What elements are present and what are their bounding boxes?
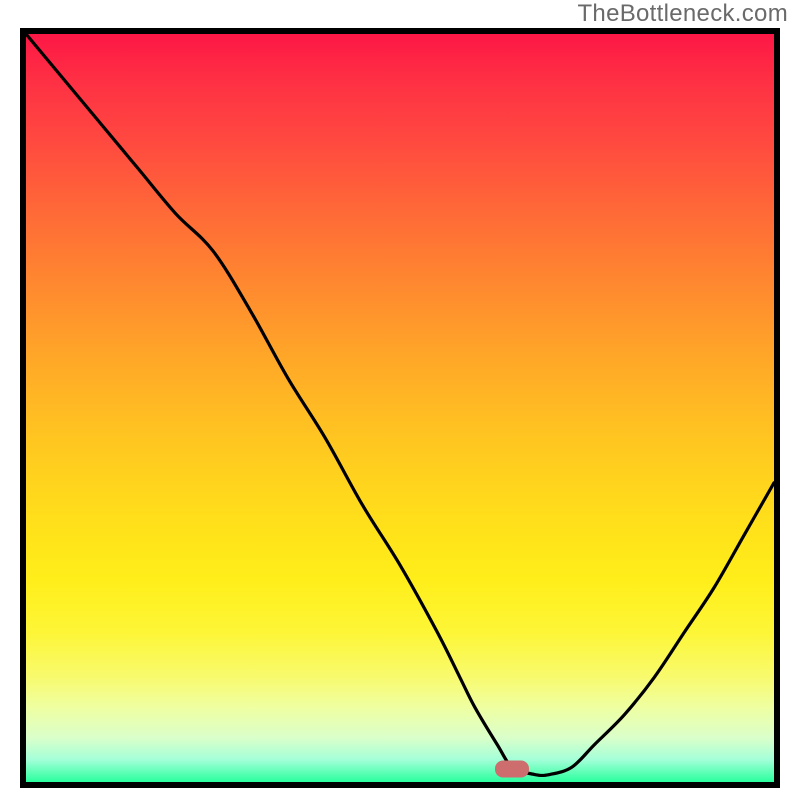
chart-canvas: TheBottleneck.com	[0, 0, 800, 800]
watermark-text: TheBottleneck.com	[577, 0, 788, 28]
optimal-point-marker	[495, 760, 529, 777]
chart-frame	[20, 28, 780, 788]
bottleneck-curve	[26, 34, 774, 782]
